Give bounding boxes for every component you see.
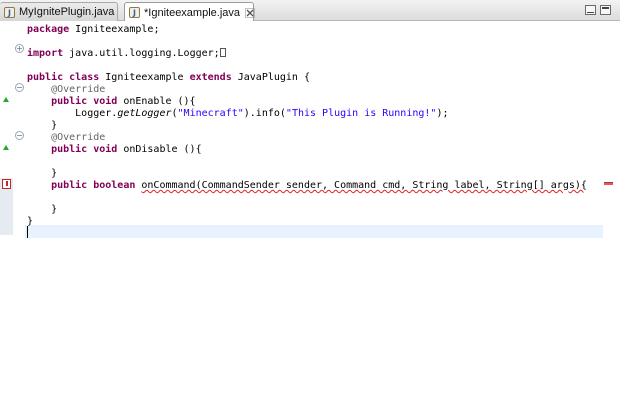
java-file-icon: J (129, 7, 140, 18)
java-file-icon: J (4, 6, 15, 18)
expand-fold-icon[interactable]: + (15, 44, 24, 53)
collapse-fold-icon[interactable]: − (15, 131, 24, 140)
code-token: } (27, 120, 58, 131)
code-token: } (27, 216, 34, 227)
code-token: public void (27, 96, 124, 107)
code-token: Igniteexample; (75, 24, 160, 35)
folded-code-marker[interactable] (219, 48, 226, 57)
close-icon[interactable] (245, 7, 255, 18)
code-token: import (27, 48, 70, 59)
code-token: package (27, 24, 76, 35)
current-line-highlight (25, 225, 603, 238)
overview-error-marker[interactable] (604, 182, 613, 185)
code-token: JavaPlugin { (237, 72, 310, 83)
code-line[interactable]: public void onDisable (){ (27, 143, 202, 156)
minimize-button[interactable] (585, 5, 596, 15)
annotation-ruler (0, 21, 13, 418)
code-token: @Override (27, 84, 106, 95)
tab-igniteexample[interactable]: J *Igniteexample.java (124, 2, 255, 22)
code-line[interactable]: import java.util.logging.Logger; (27, 47, 226, 60)
code-token: @Override (27, 132, 106, 143)
code-token: extends (189, 72, 238, 83)
maximize-button[interactable] (600, 5, 611, 15)
code-token: Logger. (27, 108, 118, 119)
code-line[interactable]: package Igniteexample; (27, 23, 159, 36)
code-token: "Minecraft" (177, 108, 244, 119)
code-token: onDisable (){ (123, 144, 202, 155)
code-token: } (27, 204, 58, 215)
code-token: onEnable (){ (123, 96, 196, 107)
code-token: public boolean (27, 180, 142, 191)
code-line[interactable]: Logger.getLogger("Minecraft").info("This… (27, 107, 448, 120)
code-line[interactable]: public boolean onCommand(CommandSender s… (27, 179, 587, 192)
code-token: ); (436, 108, 449, 119)
code-token: public class (27, 72, 106, 83)
code-token: Igniteexample (105, 72, 190, 83)
code-token: java.util.logging.Logger; (69, 48, 220, 59)
tab-label: MyIgnitePlugin.java (19, 6, 115, 18)
editor-tab-bar: J MyIgnitePlugin.java J *Igniteexample.j… (0, 0, 620, 22)
tab-label: *Igniteexample.java (144, 6, 241, 19)
code-token: } (27, 168, 58, 179)
override-marker-icon[interactable] (3, 145, 9, 150)
tab-myigniteplugin[interactable]: J MyIgnitePlugin.java (0, 2, 118, 21)
code-line[interactable]: } (27, 215, 33, 228)
collapse-fold-icon[interactable]: − (15, 83, 24, 92)
error-marker-icon[interactable] (2, 179, 11, 189)
code-token: onCommand(CommandSender sender, Command … (141, 180, 587, 191)
svg-text:J: J (7, 8, 11, 17)
override-marker-icon[interactable] (3, 97, 9, 102)
svg-text:J: J (132, 9, 136, 18)
code-token: "This Plugin is Running!" (285, 108, 437, 119)
code-token: getLogger (117, 108, 172, 119)
code-editor[interactable]: + − − package Igniteexample; import java.… (0, 21, 620, 418)
code-token: public void (27, 144, 124, 155)
code-token: ).info( (243, 108, 286, 119)
